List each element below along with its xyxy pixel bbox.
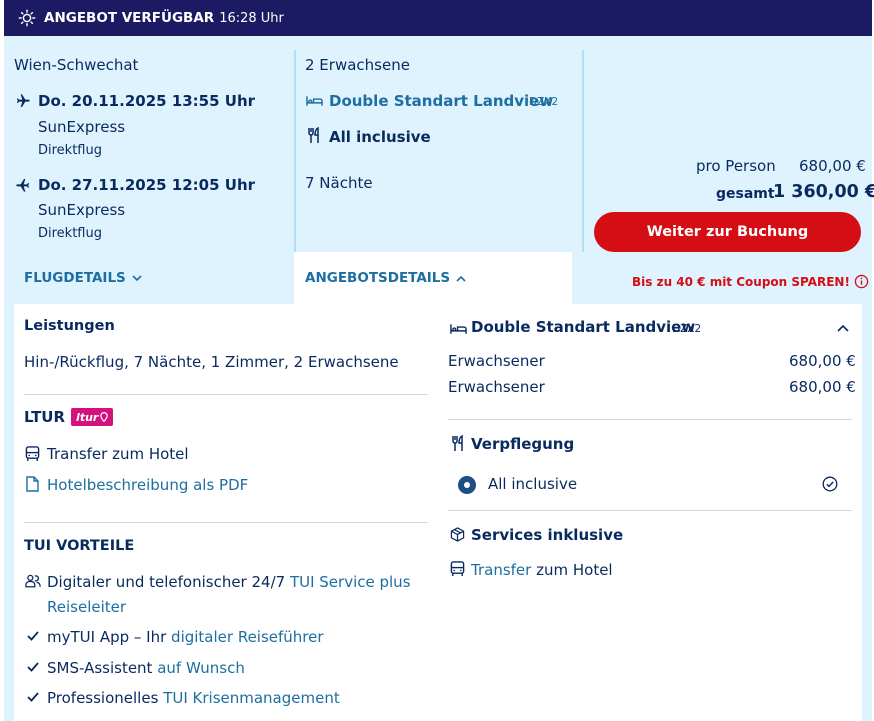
continue-booking-button[interactable]: Weiter zur Buchung xyxy=(594,212,861,252)
travellers-count: 2 Erwachsene xyxy=(305,56,410,74)
benefit-service: Digitaler und telefonischer 24/7 TUI Ser… xyxy=(47,573,411,591)
per-person-price: 680,00 € xyxy=(799,157,866,175)
tui-benefits-heading: TUI VORTEILE xyxy=(24,538,135,554)
board-radio-selected[interactable] xyxy=(458,476,476,494)
nights-count: 7 Nächte xyxy=(305,174,373,192)
cutlery-icon xyxy=(452,435,463,451)
benefit-crisis-text: Professionelles xyxy=(47,689,159,707)
offer-details-label: ANGEBOTSDETAILS xyxy=(305,270,451,286)
transfer-text: Transfer zum Hotel xyxy=(47,445,189,463)
bus-icon xyxy=(25,446,40,462)
transfer-link[interactable]: Transfer xyxy=(471,561,531,579)
board-heading: Verpflegung xyxy=(471,435,575,453)
column-divider-2 xyxy=(582,50,584,252)
offer-details-panel: Leistungen Hin-/Rückflug, 7 Nächte, 1 Zi… xyxy=(14,304,862,721)
info-icon[interactable] xyxy=(854,274,869,289)
bed-icon xyxy=(450,324,467,334)
checkmark-icon xyxy=(27,692,39,702)
benefit-sms: SMS-Assistent auf Wunsch xyxy=(47,659,245,677)
banner-title: ANGEBOT VERFÜGBAR xyxy=(44,10,215,26)
package-icon xyxy=(450,527,465,542)
adult-label: Erwachsener xyxy=(448,378,545,396)
benefit-app: myTUI App – Ihr digitaler Reiseführer xyxy=(47,628,324,646)
total-price: 1 360,00 € xyxy=(773,182,874,202)
tour-guide-link[interactable]: Reiseleiter xyxy=(47,598,126,616)
checkmark-icon xyxy=(27,631,39,641)
adult-price: 680,00 € xyxy=(789,352,856,370)
transfer-suffix: zum Hotel xyxy=(536,561,613,579)
ltur-logo-text: ltur xyxy=(76,410,99,424)
plane-departure-icon xyxy=(17,94,30,107)
coupon-text: Bis zu 40 € mit Coupon SPAREN! xyxy=(632,274,850,289)
services-heading: Leistungen xyxy=(24,318,115,334)
on-request-link[interactable]: auf Wunsch xyxy=(157,659,245,677)
adult-price: 680,00 € xyxy=(789,378,856,396)
services-included-heading: Services inklusive xyxy=(471,526,624,544)
benefit-app-text: myTUI App – Ihr xyxy=(47,628,167,646)
divider xyxy=(448,419,852,420)
offer-panel: Wien-Schwechat Do. 20.11.2025 13:55 Uhr … xyxy=(4,36,874,721)
outbound-airline: SunExpress xyxy=(38,118,126,136)
hotel-pdf-link[interactable]: Hotelbeschreibung als PDF xyxy=(47,476,248,494)
room-detail-code: DZX2 xyxy=(672,323,702,335)
room-detail-title: Double Standart Landview xyxy=(471,318,696,336)
chevron-up-icon xyxy=(456,275,466,282)
plane-return-icon xyxy=(16,179,29,192)
crisis-management-link[interactable]: TUI Krisenmanagement xyxy=(163,689,340,707)
services-summary: Hin-/Rückflug, 7 Nächte, 1 Zimmer, 2 Erw… xyxy=(24,353,399,371)
bus-icon xyxy=(450,561,465,577)
check-circle-icon xyxy=(822,476,838,492)
offer-available-banner: ANGEBOT VERFÜGBAR 16:28 Uhr xyxy=(4,0,872,36)
offer-details-toggle[interactable]: ANGEBOTSDETAILS xyxy=(305,270,466,286)
digital-guide-link[interactable]: digitaler Reiseführer xyxy=(171,628,324,646)
room-name-link[interactable]: Double Standart Landview xyxy=(329,92,553,110)
benefit-sms-text: SMS-Assistent xyxy=(47,659,153,677)
cutlery-icon xyxy=(308,127,319,143)
services-transfer: Transfer zum Hotel xyxy=(471,561,613,579)
divider xyxy=(24,394,428,395)
total-label: gesamt xyxy=(716,186,775,202)
ltur-title: LTUR xyxy=(24,408,66,426)
inbound-airline: SunExpress xyxy=(38,201,126,219)
divider xyxy=(448,510,852,511)
departure-airport: Wien-Schwechat xyxy=(14,56,139,74)
inbound-flight-type: Direktflug xyxy=(38,226,102,241)
per-person-label: pro Person xyxy=(696,157,776,175)
outbound-date: Do. 20.11.2025 13:55 Uhr xyxy=(38,92,256,110)
bed-icon xyxy=(306,96,323,106)
inbound-date: Do. 27.11.2025 12:05 Uhr xyxy=(38,176,256,194)
flight-details-label: FLUGDETAILS xyxy=(24,270,126,286)
adult-label: Erwachsener xyxy=(448,352,545,370)
sun-icon xyxy=(18,9,36,27)
location-pin-icon xyxy=(100,412,109,422)
document-icon xyxy=(26,476,39,492)
outbound-flight-type: Direktflug xyxy=(38,143,102,158)
tui-service-plus-link[interactable]: TUI Service plus xyxy=(290,573,411,591)
board-option-label: All inclusive xyxy=(488,475,578,493)
chevron-up-icon[interactable] xyxy=(837,324,849,332)
board-type: All inclusive xyxy=(329,128,431,146)
ltur-logo: ltur xyxy=(71,408,114,426)
column-divider xyxy=(294,50,296,252)
benefit-crisis: Professionelles TUI Krisenmanagement xyxy=(47,689,340,707)
divider xyxy=(24,522,428,523)
banner-time: 16:28 Uhr xyxy=(219,10,284,26)
checkmark-icon xyxy=(27,662,39,672)
room-code: DZX2 xyxy=(529,96,559,108)
offer-details-tab[interactable]: ANGEBOTSDETAILS xyxy=(294,252,572,304)
chevron-down-icon xyxy=(132,274,142,281)
people-icon xyxy=(25,574,41,588)
benefit-service-text: Digitaler und telefonischer 24/7 xyxy=(47,573,286,591)
flight-details-toggle[interactable]: FLUGDETAILS xyxy=(24,270,142,286)
ltur-heading: LTUR ltur xyxy=(24,408,114,426)
coupon-hint[interactable]: Bis zu 40 € mit Coupon SPAREN! xyxy=(632,274,869,289)
